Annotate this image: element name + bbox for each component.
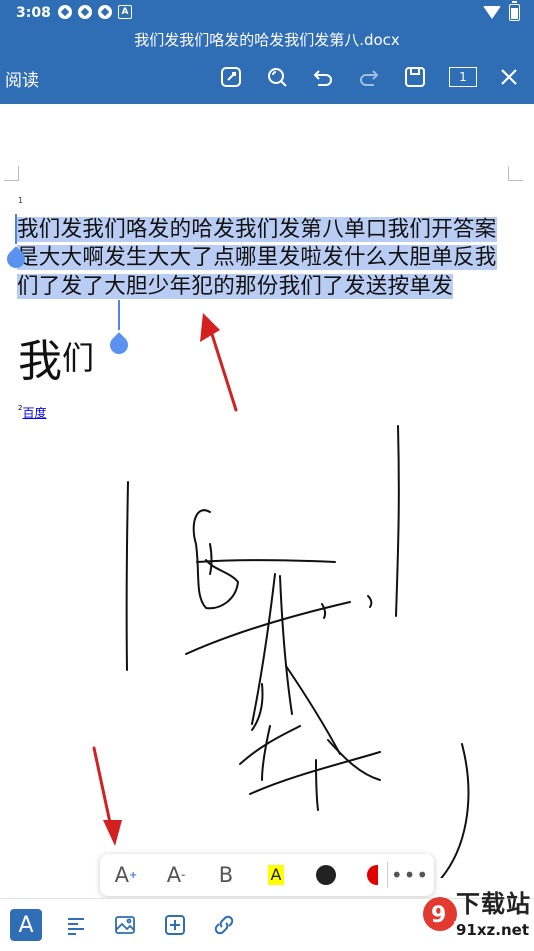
text-format-button[interactable]: A [10, 909, 42, 941]
annotation-arrows [92, 313, 238, 846]
decrease-font-mark: - [181, 869, 186, 881]
image-icon [115, 916, 135, 934]
increase-font-mark: + [128, 869, 138, 881]
svg-text:9: 9 [431, 903, 446, 928]
black-color-icon [316, 865, 336, 885]
edit-button[interactable] [216, 62, 246, 92]
save-icon [405, 67, 425, 87]
edit-icon [221, 67, 241, 87]
status-right-icons [483, 1, 520, 21]
increase-font-icon: A [114, 863, 129, 887]
undo-icon [313, 70, 332, 86]
watermark-url: 91xz.net [454, 921, 532, 939]
insert-icon [165, 915, 185, 935]
top-toolbar: 阅读 1 [0, 58, 534, 94]
paragraph-icon [68, 918, 84, 935]
redo-button[interactable] [354, 62, 384, 92]
close-button[interactable] [494, 62, 524, 92]
bold-button[interactable]: B [212, 854, 240, 896]
undo-button[interactable] [308, 62, 338, 92]
a-badge-icon: A [118, 5, 132, 19]
insert-button[interactable] [159, 909, 191, 941]
page-count-icon: 1 [449, 67, 477, 87]
page-count-button[interactable]: 1 [446, 62, 480, 92]
toolbar-divider [387, 862, 388, 888]
arrow-head [200, 313, 220, 342]
highlight-icon: A [267, 865, 285, 885]
paragraph-button[interactable] [60, 909, 92, 941]
status-bar: 3:08 A [0, 0, 534, 26]
status-time: 3:08 [16, 5, 51, 21]
link-button[interactable] [208, 909, 240, 941]
text-format-icon: A [18, 912, 34, 938]
bold-icon: B [218, 863, 234, 887]
document-title: 我们发我们咯发的哈发我们发第八.docx [134, 31, 400, 49]
image-button[interactable] [109, 909, 141, 941]
notification-icons: A [58, 5, 132, 19]
document-page[interactable]: 1 我们发我们咯发的哈发我们发第八单口我们开答案是大大啊发生大大了点哪里发啦发什… [0, 104, 534, 878]
decrease-font-icon: A [166, 863, 182, 887]
read-mode-button[interactable]: 阅读 [5, 66, 39, 91]
wifi-icon [483, 6, 501, 19]
close-icon [501, 69, 517, 85]
font-color-button[interactable] [312, 854, 340, 896]
format-toolbar: A + A- B A ••• [100, 854, 434, 896]
sync-icon [78, 5, 92, 19]
arrow-line [208, 326, 238, 412]
red-color-icon [366, 865, 378, 885]
battery-icon [509, 1, 520, 21]
sync-icon [58, 5, 72, 19]
save-button[interactable] [400, 62, 430, 92]
arrow-head [103, 820, 122, 846]
redo-icon [360, 70, 379, 86]
app-bar: 3:08 A 我们发我们咯发的哈发我们发第八.docx 阅读 1 [0, 0, 534, 104]
search-button[interactable] [262, 62, 292, 92]
search-icon [268, 68, 287, 87]
red-color-button[interactable] [362, 854, 382, 896]
sync-icon [98, 5, 112, 19]
decrease-font-button[interactable]: A- [162, 854, 190, 896]
link-icon [214, 915, 234, 935]
arrow-line [92, 746, 114, 834]
watermark-title: 下载站 [456, 890, 531, 918]
increase-font-button[interactable]: A + [112, 854, 140, 896]
highlight-button[interactable]: A [262, 854, 290, 896]
